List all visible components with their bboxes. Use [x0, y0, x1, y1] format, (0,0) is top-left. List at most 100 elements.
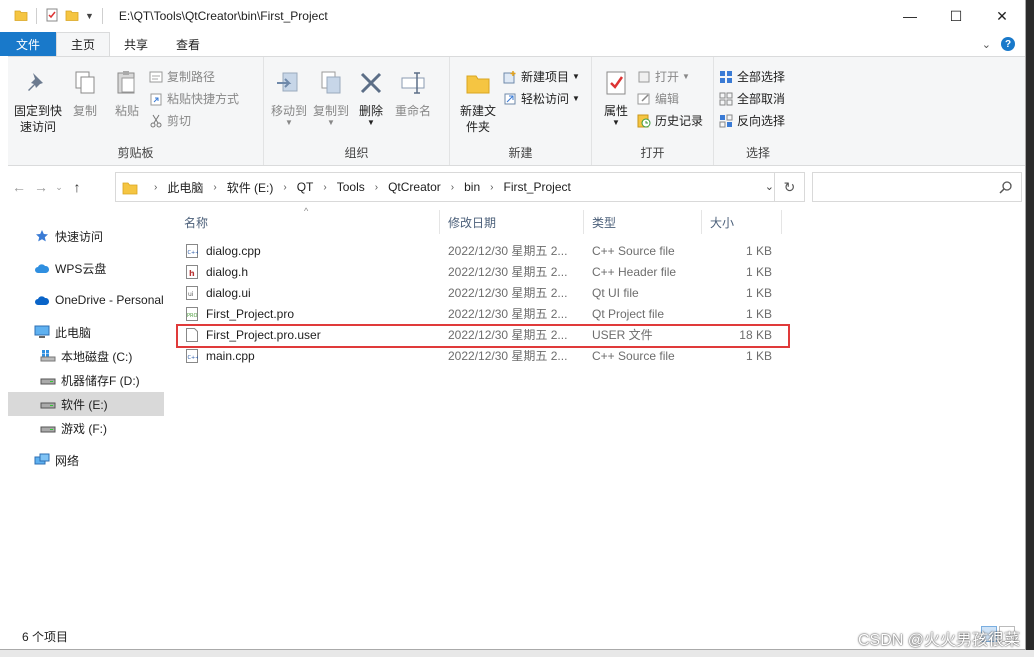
- file-size: 1 KB: [745, 348, 772, 363]
- breadcrumb-separator-icon: ›: [213, 181, 217, 193]
- column-size[interactable]: 大小: [702, 210, 782, 234]
- breadcrumb-item[interactable]: First_Project: [503, 180, 570, 194]
- edit-button[interactable]: 编辑: [636, 89, 703, 108]
- explorer-window: ▼ E:\QT\Tools\QtCreator\bin\First_Projec…: [0, 0, 1026, 650]
- tab-file[interactable]: 文件: [0, 32, 56, 56]
- invert-selection-button[interactable]: 反向选择: [718, 111, 785, 130]
- copy-path-icon: [148, 69, 164, 85]
- breadcrumb: › 此电脑 › 软件 (E:) › QT › Tools › QtCreator…: [144, 179, 571, 196]
- network-icon: [34, 452, 50, 468]
- file-row[interactable]: C++ main.cpp 2022/12/30 星期五 2... C++ Sour…: [176, 345, 796, 366]
- maximize-button[interactable]: ☐: [933, 0, 979, 32]
- address-bar[interactable]: › 此电脑 › 软件 (E:) › QT › Tools › QtCreator…: [115, 172, 805, 202]
- nav-item-drive-f[interactable]: 游戏 (F:): [8, 416, 164, 440]
- svg-text:C++: C++: [188, 250, 199, 256]
- breadcrumb-item[interactable]: Tools: [337, 180, 365, 194]
- up-arrow-icon[interactable]: ↑: [66, 179, 88, 195]
- paste-shortcut-icon: [148, 91, 164, 107]
- close-button[interactable]: ✕: [979, 0, 1025, 32]
- cpp-file-icon: C++: [184, 243, 200, 259]
- easy-access-button[interactable]: 轻松访问 ▼: [502, 89, 580, 108]
- file-row[interactable]: PRO First_Project.pro 2022/12/30 星期五 2...…: [176, 303, 796, 324]
- nav-item-drive-e[interactable]: 软件 (E:): [8, 392, 164, 416]
- file-row[interactable]: C++ dialog.cpp 2022/12/30 星期五 2... C++ So…: [176, 240, 796, 261]
- new-item-label: 新建项目: [521, 70, 570, 84]
- history-button[interactable]: 历史记录: [636, 111, 703, 130]
- nav-item-quick-access[interactable]: 快速访问: [8, 224, 164, 248]
- nav-item-label: 快速访问: [55, 229, 104, 244]
- minimize-button[interactable]: —: [887, 0, 933, 32]
- ribbon: 固定到快速访问 复制 粘贴 复制路径 粘贴快捷方式 剪切 剪贴板 移动到 ▼ 复…: [8, 56, 1025, 166]
- csdn-watermark: CSDN @火火男孩很菜: [857, 632, 1020, 649]
- nav-item-this-pc[interactable]: 此电脑: [8, 320, 164, 344]
- select-all-button[interactable]: 全部选择: [718, 67, 785, 86]
- invert-selection-label: 反向选择: [737, 114, 786, 128]
- paste-shortcut-button[interactable]: 粘贴快捷方式: [148, 89, 239, 108]
- paste-icon: [111, 67, 143, 99]
- star-icon: [34, 228, 50, 244]
- ribbon-expand-icon[interactable]: ⌄: [982, 38, 991, 51]
- open-group: 属性 ▼ 打开 ▼ 编辑 历史记录 打开: [592, 57, 714, 165]
- back-arrow-icon[interactable]: ←: [8, 179, 30, 195]
- tab-view[interactable]: 查看: [162, 32, 214, 56]
- easy-access-icon: [502, 91, 518, 107]
- new-folder-label: 新建文件夹: [459, 104, 496, 134]
- column-type[interactable]: 类型: [584, 210, 702, 234]
- easy-access-label: 轻松访问: [521, 92, 570, 106]
- file-size: 1 KB: [745, 264, 772, 279]
- breadcrumb-item[interactable]: 此电脑: [167, 179, 203, 196]
- properties-check-icon[interactable]: [45, 8, 59, 25]
- breadcrumb-item[interactable]: QT: [297, 180, 314, 194]
- delete-x-icon: [355, 67, 387, 99]
- nav-item-drive-d[interactable]: 机器储存F (D:): [8, 368, 164, 392]
- open-icon: [636, 69, 652, 85]
- onedrive-cloud-icon: [34, 292, 50, 308]
- file-row[interactable]: ui dialog.ui 2022/12/30 星期五 2... Qt UI fi…: [176, 282, 796, 303]
- nav-item-label: 游戏 (F:): [61, 421, 107, 436]
- nav-item-label: 网络: [55, 453, 80, 468]
- drive-icon: [40, 372, 56, 388]
- select-group-label: 选择: [745, 146, 770, 160]
- status-item-count: 6 个项目: [22, 630, 69, 644]
- address-folder-icon: [122, 179, 138, 195]
- nav-item-network[interactable]: 网络: [8, 448, 164, 472]
- select-none-button[interactable]: 全部取消: [718, 89, 785, 108]
- move-to-label: 移动到: [270, 104, 307, 118]
- new-item-button[interactable]: 新建项目 ▼: [502, 67, 580, 86]
- recent-dropdown-icon[interactable]: ⌄: [52, 182, 66, 193]
- nav-item-wps[interactable]: WPS云盘: [8, 256, 164, 280]
- file-row[interactable]: h dialog.h 2022/12/30 星期五 2... C++ Header…: [176, 261, 796, 282]
- forward-arrow-icon[interactable]: →: [30, 179, 52, 195]
- breadcrumb-item[interactable]: bin: [464, 180, 480, 194]
- file-size: 1 KB: [745, 306, 772, 321]
- nav-item-label: WPS云盘: [55, 261, 107, 276]
- refresh-icon[interactable]: ↻: [774, 173, 804, 201]
- search-input[interactable]: [812, 172, 1022, 202]
- tab-share[interactable]: 共享: [110, 32, 162, 56]
- column-header-row: ^ 名称 修改日期 类型 大小: [176, 206, 796, 234]
- header-file-icon: h: [184, 264, 200, 280]
- new-group-label: 新建: [508, 146, 533, 160]
- breadcrumb-item[interactable]: QtCreator: [388, 180, 441, 194]
- cut-button[interactable]: 剪切: [148, 111, 239, 130]
- column-date[interactable]: 修改日期: [440, 210, 584, 234]
- address-dropdown-icon[interactable]: ⌄: [765, 180, 774, 193]
- open-button[interactable]: 打开 ▼: [636, 67, 703, 86]
- nav-item-label: OneDrive - Personal: [55, 293, 164, 307]
- file-type: C++ Source file: [592, 348, 675, 363]
- breadcrumb-item[interactable]: 软件 (E:): [227, 179, 274, 196]
- help-icon[interactable]: ?: [1001, 37, 1015, 51]
- paste-shortcut-label: 粘贴快捷方式: [167, 92, 240, 106]
- file-date: 2022/12/30 星期五 2...: [448, 349, 568, 363]
- tab-home[interactable]: 主页: [56, 32, 111, 56]
- sort-arrow-icon: ^: [304, 206, 309, 216]
- file-date: 2022/12/30 星期五 2...: [448, 265, 568, 279]
- nav-item-onedrive[interactable]: OneDrive - Personal: [8, 288, 164, 312]
- windows-drive-icon: [40, 348, 56, 364]
- qat-dropdown-icon[interactable]: ▼: [85, 11, 94, 21]
- history-label: 历史记录: [655, 114, 704, 128]
- copy-path-button[interactable]: 复制路径: [148, 67, 239, 86]
- nav-item-drive-c[interactable]: 本地磁盘 (C:): [8, 344, 164, 368]
- new-folder-qat-icon[interactable]: [65, 8, 79, 25]
- cloud-icon: [34, 260, 50, 276]
